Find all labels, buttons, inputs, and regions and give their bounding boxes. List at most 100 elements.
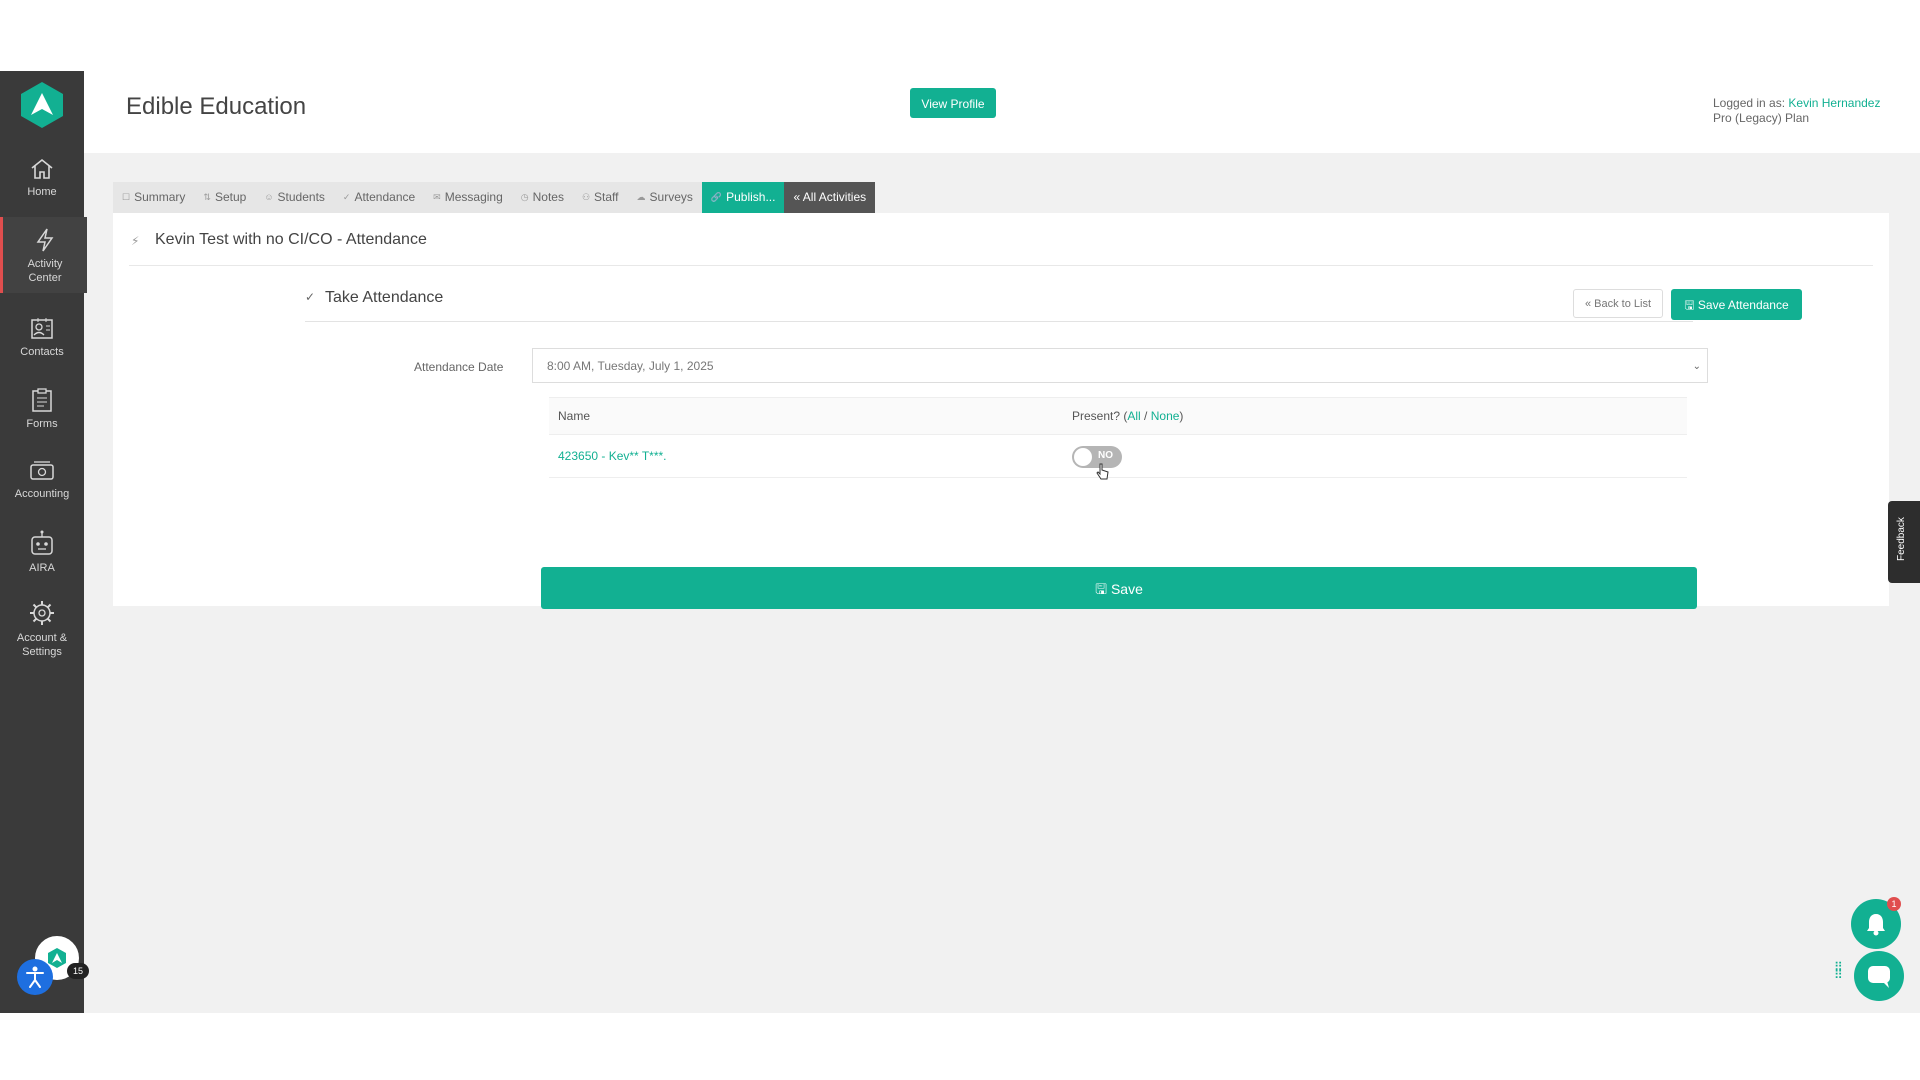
sidebar-item-aira[interactable]: AIRA <box>0 529 84 575</box>
link-icon: 🔗 <box>710 192 723 202</box>
home-icon <box>31 158 53 179</box>
tab-label: Notes <box>532 190 564 204</box>
table-header: Name Present? (All / None) <box>549 397 1687 435</box>
top-header: Edible Education View Profile Logged in … <box>84 71 1920 153</box>
save-button[interactable]: 🖫 Save <box>541 567 1697 609</box>
plan-label: Pro (Legacy) Plan <box>1713 111 1810 125</box>
avatar-badge: 15 <box>67 963 89 979</box>
tab-notes[interactable]: ◷ Notes <box>512 182 573 213</box>
tab-all-activities[interactable]: « All Activities <box>784 182 876 213</box>
chat-icon <box>1868 966 1890 988</box>
sidebar-item-activity-center[interactable]: Activity Center <box>0 217 87 293</box>
toggle-knob <box>1074 448 1092 466</box>
envelope-icon: ✉ <box>433 192 441 202</box>
app-frame: Home Activity Center Contacts Forms Acco… <box>0 71 1920 1013</box>
accessibility-button[interactable] <box>17 959 53 995</box>
save-icon: 🖫 <box>1095 581 1108 597</box>
view-profile-button[interactable]: View Profile <box>910 88 996 118</box>
tab-label: Staff <box>594 190 619 204</box>
attendance-date-value: 8:00 AM, Tuesday, July 1, 2025 <box>547 359 714 373</box>
staff-icon: ⚇ <box>581 192 591 202</box>
save-icon: 🖫 <box>1684 298 1695 312</box>
toggle-label: NO <box>1098 450 1113 461</box>
contacts-icon <box>31 318 53 339</box>
sidebar-item-home[interactable]: Home <box>0 157 84 199</box>
take-attendance-header: ✓ Take Attendance « Back to List 🖫 Save … <box>305 285 1802 322</box>
setup-icon: ⇅ <box>203 192 211 202</box>
sidebar-item-label: Accounting <box>14 488 70 500</box>
select-all-link[interactable]: All <box>1127 409 1140 423</box>
tab-label: « All Activities <box>793 190 867 204</box>
tab-summary[interactable]: ☐ Summary <box>113 182 194 213</box>
chevron-down-icon: ⌄ <box>1692 361 1701 372</box>
select-none-link[interactable]: None <box>1151 409 1180 423</box>
table-row: 423650 - Kev** T***. NO <box>549 435 1687 478</box>
attendance-date-label: Attendance Date <box>414 360 504 374</box>
money-icon <box>30 461 54 480</box>
sidebar-item-label: Home <box>27 186 57 198</box>
tab-messaging[interactable]: ✉ Messaging <box>424 182 512 213</box>
logged-in-prefix: Logged in as: <box>1713 96 1786 110</box>
feedback-label: Feedback <box>1896 517 1907 561</box>
bolt-icon: ⚡︎ <box>131 234 140 248</box>
students-icon: ☺ <box>264 192 274 202</box>
tab-label: Publish... <box>726 190 776 204</box>
sidebar-item-label: Activity Center <box>27 258 63 284</box>
notification-badge: 1 <box>1887 897 1901 911</box>
tab-attendance[interactable]: ✓ Attendance <box>334 182 424 213</box>
login-info: Logged in as: Kevin Hernandez Pro (Legac… <box>1713 96 1880 126</box>
back-to-list-button[interactable]: « Back to List <box>1573 289 1663 318</box>
content-panel: ⚡︎ Kevin Test with no CI/CO - Attendance… <box>113 213 1889 609</box>
sidebar-item-forms[interactable]: Forms <box>0 387 84 431</box>
tab-label: Attendance <box>354 190 416 204</box>
app-logo-icon[interactable] <box>18 81 66 129</box>
tab-setup[interactable]: ⇅ Setup <box>194 182 255 213</box>
tab-label: Surveys <box>649 190 693 204</box>
present-label: Present? <box>1072 409 1121 423</box>
attendance-table: Name Present? (All / None) 423650 - Kev*… <box>549 397 1687 478</box>
drag-handle-icon[interactable]: ⠿ ⠿ <box>1834 961 1844 981</box>
tab-students[interactable]: ☺ Students <box>255 182 334 213</box>
sidebar: Home Activity Center Contacts Forms Acco… <box>0 71 89 1013</box>
sidebar-item-label: AIRA <box>29 562 55 574</box>
robot-icon <box>31 530 53 555</box>
sidebar-item-account-settings[interactable]: Account & Settings <box>0 599 84 659</box>
tab-label: Setup <box>214 190 247 204</box>
tab-publish[interactable]: 🔗 Publish... <box>701 182 785 213</box>
tab-surveys[interactable]: ☁ Surveys <box>628 182 702 213</box>
pointer-cursor-icon <box>1096 463 1109 480</box>
sidebar-item-label: Forms <box>26 418 58 430</box>
check-icon: ✓ <box>305 290 316 304</box>
tab-label: Messaging <box>444 190 503 204</box>
save-label: Save <box>1110 581 1143 597</box>
tab-label: Students <box>277 190 325 204</box>
user-name-link[interactable]: Kevin Hernandez <box>1788 96 1880 110</box>
chat-button[interactable] <box>1854 951 1904 1001</box>
activity-tabs: ☐ Summary ⇅ Setup ☺ Students ✓ Attendance ✉ M… <box>113 182 876 213</box>
attendance-date-select[interactable]: 8:00 AM, Tuesday, July 1, 2025 ⌄ <box>532 348 1708 383</box>
feedback-tab[interactable]: Feedback <box>1888 501 1920 583</box>
column-header-present: Present? (All / None) <box>1072 409 1184 423</box>
notes-icon: ◷ <box>520 192 529 202</box>
student-link[interactable]: 423650 - Kev** T***. <box>558 449 667 463</box>
sidebar-item-label: Contacts <box>20 346 64 358</box>
check-icon: ✓ <box>342 192 351 202</box>
sidebar-item-contacts[interactable]: Contacts <box>0 315 84 359</box>
divider <box>129 265 1873 266</box>
summary-icon: ☐ <box>122 192 131 202</box>
bolt-icon <box>36 228 54 252</box>
page-title: Edible Education <box>126 93 307 120</box>
sidebar-item-label: Account & Settings <box>16 632 68 658</box>
save-attendance-label: Save Attendance <box>1697 298 1789 312</box>
activity-title: Kevin Test with no CI/CO - Attendance <box>155 231 427 248</box>
tab-label: Summary <box>134 190 186 204</box>
sidebar-item-accounting[interactable]: Accounting <box>0 459 84 501</box>
gear-icon <box>30 601 54 625</box>
column-header-name: Name <box>558 409 591 423</box>
save-attendance-button[interactable]: 🖫 Save Attendance <box>1671 289 1802 320</box>
clipboard-icon <box>32 388 52 412</box>
accessibility-icon <box>26 966 44 988</box>
take-attendance-title: Take Attendance <box>325 289 444 306</box>
cloud-icon: ☁ <box>636 192 646 202</box>
tab-staff[interactable]: ⚇ Staff <box>573 182 628 213</box>
